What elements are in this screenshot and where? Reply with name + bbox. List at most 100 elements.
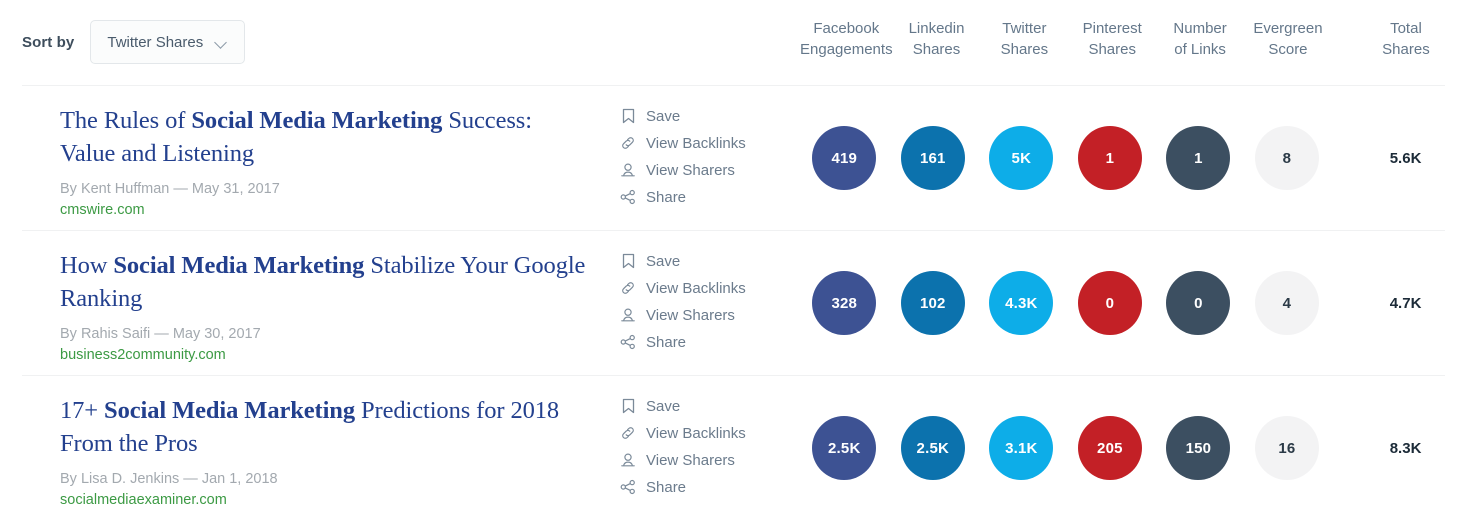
action-view-backlinks[interactable]: View Backlinks xyxy=(620,422,746,444)
article-title-text: 17+ xyxy=(60,397,105,424)
action-view-sharers[interactable]: View Sharers xyxy=(620,449,746,471)
metric-cell-number: 0 xyxy=(1154,271,1243,335)
link-icon xyxy=(620,135,636,151)
share-nodes-icon xyxy=(620,479,636,495)
article-info: How Social Media Marketing Stabilize You… xyxy=(60,249,590,365)
metric-value-bubble: 2.5K xyxy=(900,416,965,480)
metric-value-bubble: 205 xyxy=(1077,416,1142,480)
column-header-pinterest[interactable]: Pinterest Shares xyxy=(1068,18,1156,60)
column-header-line2: of Links xyxy=(1174,41,1226,58)
action-label: View Sharers xyxy=(646,161,735,179)
metric-cell-pinterest: 1 xyxy=(1066,126,1155,190)
column-header-line2: Score xyxy=(1268,41,1308,58)
sort-by-dropdown[interactable]: Twitter Shares xyxy=(90,20,246,64)
link-icon xyxy=(620,425,636,441)
action-view-backlinks[interactable]: View Backlinks xyxy=(620,132,746,154)
column-header-line2: Engagements xyxy=(800,41,893,58)
column-header-line2: Shares xyxy=(1000,41,1049,58)
column-header-total-shares[interactable]: Total Shares xyxy=(1364,18,1448,60)
metric-value-bubble: 2.5K xyxy=(812,416,877,480)
action-label: View Backlinks xyxy=(646,279,746,297)
article-title-keyword: Social Media Marketing xyxy=(104,397,355,424)
share-nodes-icon xyxy=(620,189,636,205)
column-header-line1: Total xyxy=(1390,20,1422,37)
bookmark-icon xyxy=(620,398,636,414)
metric-cell-number: 150 xyxy=(1154,416,1243,480)
action-label: View Backlinks xyxy=(646,134,746,152)
total-shares-value: 5.6K xyxy=(1389,149,1422,167)
metric-value-bubble: 150 xyxy=(1166,416,1231,480)
metric-bubbles: 328 102 4.3K 0 0 4 4.7K xyxy=(800,231,1448,375)
column-header-line2: Shares xyxy=(912,41,961,58)
metric-value-bubble: 328 xyxy=(812,271,877,335)
column-header-number[interactable]: Number of Links xyxy=(1156,18,1244,60)
results-list: The Rules of Social Media Marketing Succ… xyxy=(0,85,1467,519)
action-label: View Sharers xyxy=(646,451,735,469)
result-row: The Rules of Social Media Marketing Succ… xyxy=(0,85,1467,230)
column-header-line2: Shares xyxy=(1088,41,1136,58)
action-share[interactable]: Share xyxy=(620,476,746,498)
column-header-line1: Linkedin xyxy=(908,20,965,37)
metric-value-bubble: 419 xyxy=(812,126,877,190)
column-header-evergreen[interactable]: Evergreen Score xyxy=(1244,18,1332,60)
metric-value-bubble: 3.1K xyxy=(989,416,1054,480)
action-share[interactable]: Share xyxy=(620,186,746,208)
metric-value-bubble: 0 xyxy=(1166,271,1231,335)
column-header-twitter[interactable]: Twitter Shares xyxy=(980,18,1068,60)
column-header-line1: Pinterest xyxy=(1082,20,1142,37)
metric-cell-twitter: 4.3K xyxy=(977,271,1066,335)
article-title-keyword: Social Media Marketing xyxy=(191,107,443,134)
action-label: Share xyxy=(646,188,687,206)
sort-control: Sort by Twitter Shares xyxy=(22,20,246,64)
result-row: How Social Media Marketing Stabilize You… xyxy=(0,230,1467,375)
action-share[interactable]: Share xyxy=(620,331,746,353)
column-header-linkedin[interactable]: Linkedin Shares xyxy=(893,18,981,60)
article-title-link[interactable]: The Rules of Social Media Marketing Succ… xyxy=(60,104,590,170)
bookmark-icon xyxy=(620,108,636,124)
action-save[interactable]: Save xyxy=(620,105,746,127)
action-view-backlinks[interactable]: View Backlinks xyxy=(620,277,746,299)
sort-by-selected-value: Twitter Shares xyxy=(107,33,204,51)
metric-value-bubble: 1 xyxy=(1166,126,1231,190)
metric-cell-evergreen: 8 xyxy=(1243,126,1332,190)
action-save[interactable]: Save xyxy=(620,250,746,272)
article-title-link[interactable]: 17+ Social Media Marketing Predictions f… xyxy=(60,394,590,460)
metric-bubbles: 2.5K 2.5K 3.1K 205 150 16 8.3K xyxy=(800,376,1448,519)
article-domain-link[interactable]: socialmediaexaminer.com xyxy=(60,490,590,510)
person-icon xyxy=(620,162,636,178)
article-byline: By Rahis Saifi — May 30, 2017 xyxy=(60,326,261,342)
chevron-down-icon xyxy=(215,38,228,46)
metric-value-bubble: 102 xyxy=(900,271,965,335)
metric-cell-facebook: 419 xyxy=(800,126,889,190)
result-row: 17+ Social Media Marketing Predictions f… xyxy=(0,375,1467,519)
metric-value-bubble: 8 xyxy=(1254,126,1319,190)
article-domain-link[interactable]: cmswire.com xyxy=(60,200,590,220)
article-title-link[interactable]: How Social Media Marketing Stabilize You… xyxy=(60,249,590,315)
action-label: Save xyxy=(646,107,681,125)
column-header-line1: Number xyxy=(1173,20,1227,37)
person-icon xyxy=(620,452,636,468)
article-actions: Save View Backlinks View Sharers Share xyxy=(620,395,746,498)
metric-value-bubble: 1 xyxy=(1077,126,1142,190)
action-label: Save xyxy=(646,252,681,270)
metric-cell-pinterest: 205 xyxy=(1066,416,1155,480)
metric-cell-linkedin: 102 xyxy=(889,271,978,335)
results-toolbar: Sort by Twitter Shares Facebook Engagemen… xyxy=(0,0,1467,85)
article-domain-link[interactable]: business2community.com xyxy=(60,345,590,365)
column-header-line1: Twitter xyxy=(1002,20,1047,37)
column-header-facebook[interactable]: Facebook Engagements xyxy=(800,18,893,60)
action-save[interactable]: Save xyxy=(620,395,746,417)
metric-value-bubble: 0 xyxy=(1077,271,1142,335)
article-info: 17+ Social Media Marketing Predictions f… xyxy=(60,394,590,510)
action-label: Share xyxy=(646,478,687,496)
action-label: Share xyxy=(646,333,687,351)
article-title-text: The Rules of xyxy=(60,107,192,134)
action-view-sharers[interactable]: View Sharers xyxy=(620,304,746,326)
metric-cell-linkedin: 161 xyxy=(889,126,978,190)
column-header-line1: Facebook xyxy=(813,20,880,37)
article-info: The Rules of Social Media Marketing Succ… xyxy=(60,104,590,220)
sort-by-label: Sort by xyxy=(22,33,75,51)
article-title-text: How xyxy=(60,252,114,279)
action-view-sharers[interactable]: View Sharers xyxy=(620,159,746,181)
metric-value-bubble: 4.3K xyxy=(989,271,1054,335)
